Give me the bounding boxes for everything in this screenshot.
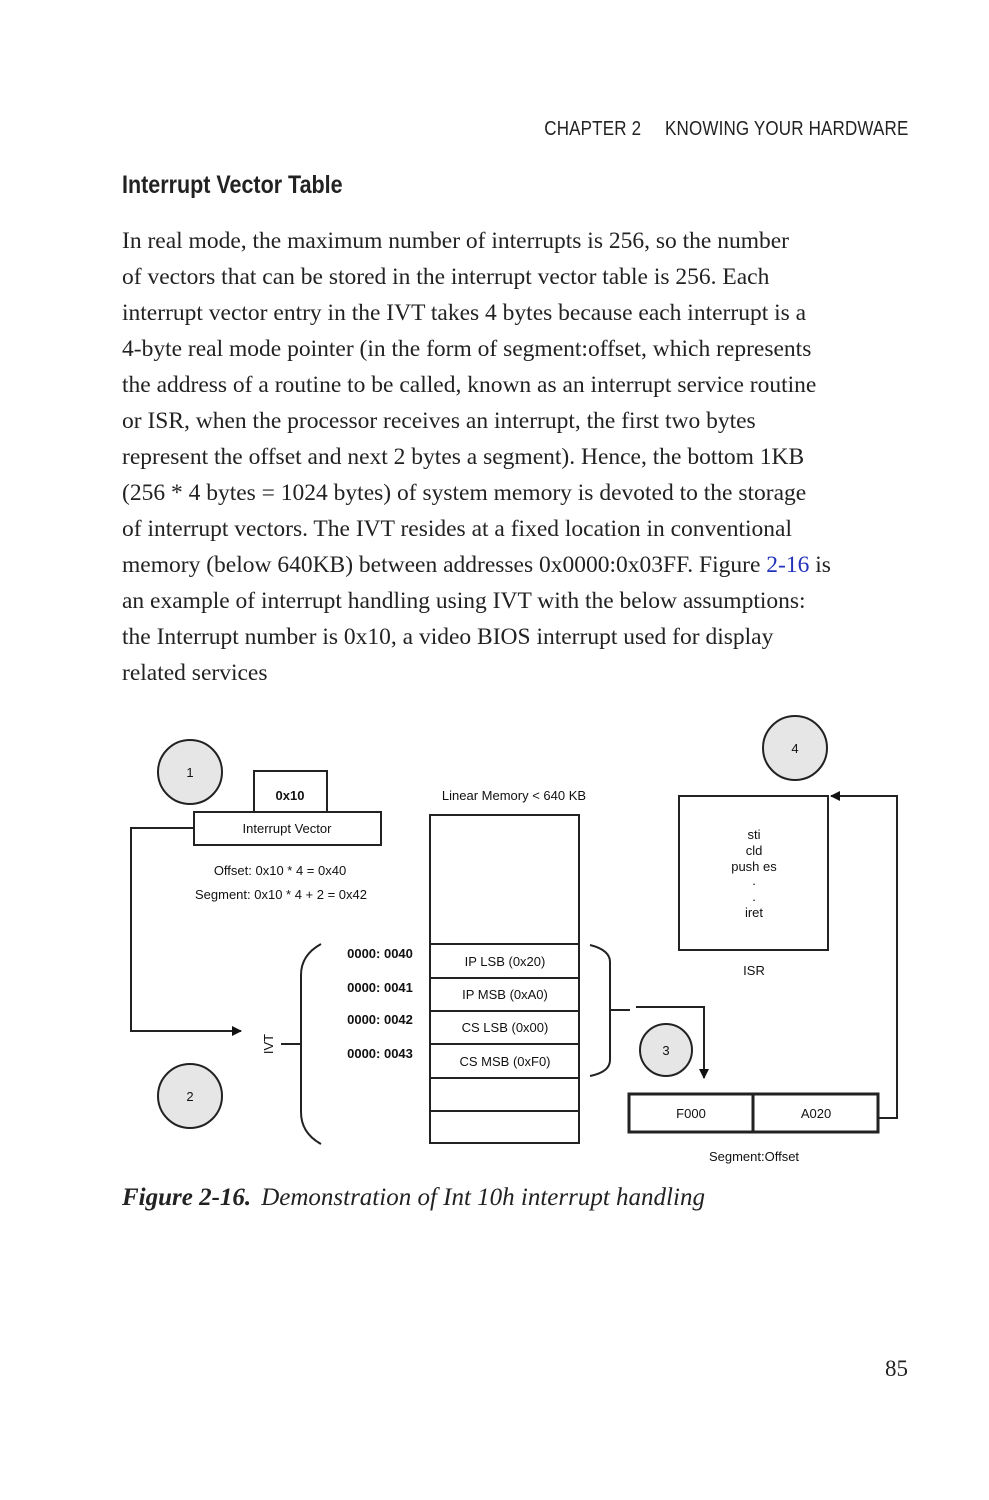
vector-value: 0x10: [276, 788, 305, 803]
memory-cell: IP LSB (0x20): [465, 954, 546, 969]
segment-offset-label: Segment:Offset: [709, 1149, 799, 1164]
arrow-to-ivt: [130, 827, 242, 1036]
caption-label: Figure 2-16.: [122, 1184, 252, 1211]
memory-cell: CS MSB (0xF0): [459, 1054, 550, 1069]
arrow-to-isr: [830, 791, 898, 1119]
address-label: 0000: 0041: [347, 980, 413, 995]
isr-code-line: .: [752, 889, 756, 904]
ivt-brace: [300, 943, 322, 1145]
step-label: 1: [186, 765, 193, 780]
address-label: 0000: 0042: [347, 1012, 413, 1027]
segment-calc: Segment: 0x10 * 4 + 2 = 0x42: [195, 887, 367, 902]
segment-value: F000: [676, 1106, 706, 1121]
offset-value: A020: [801, 1106, 831, 1121]
offset-calc: Offset: 0x10 * 4 = 0x40: [214, 863, 346, 878]
step-label: 4: [791, 741, 798, 756]
step-label: 2: [186, 1089, 193, 1104]
vector-label: Interrupt Vector: [243, 821, 333, 836]
page-number: 85: [885, 1356, 908, 1381]
step-label: 3: [662, 1043, 669, 1058]
isr-code-line: iret: [745, 905, 763, 920]
isr-code-line: sti: [748, 827, 761, 842]
caption-text: Demonstration of Int 10h interrupt handl…: [261, 1184, 705, 1211]
address-label: 0000: 0040: [347, 946, 413, 961]
isr-code-line: push es: [731, 859, 777, 874]
address-label: 0000: 0043: [347, 1046, 413, 1061]
isr-code-line: .: [752, 873, 756, 888]
entry-brace: [589, 944, 611, 1077]
memory-label: Linear Memory < 640 KB: [442, 788, 586, 803]
isr-label: ISR: [743, 963, 765, 978]
ivt-label: IVT: [261, 1034, 276, 1054]
isr-code-line: cld: [746, 843, 763, 858]
memory-cell: CS LSB (0x00): [462, 1020, 549, 1035]
memory-cell: IP MSB (0xA0): [462, 987, 548, 1002]
figure-caption: Figure 2-16. Demonstration of Int 10h int…: [122, 1184, 705, 1212]
interrupt-diagram: 1 2 3 4 0x10 Interrupt Vector Offset: 0x…: [130, 715, 898, 1164]
